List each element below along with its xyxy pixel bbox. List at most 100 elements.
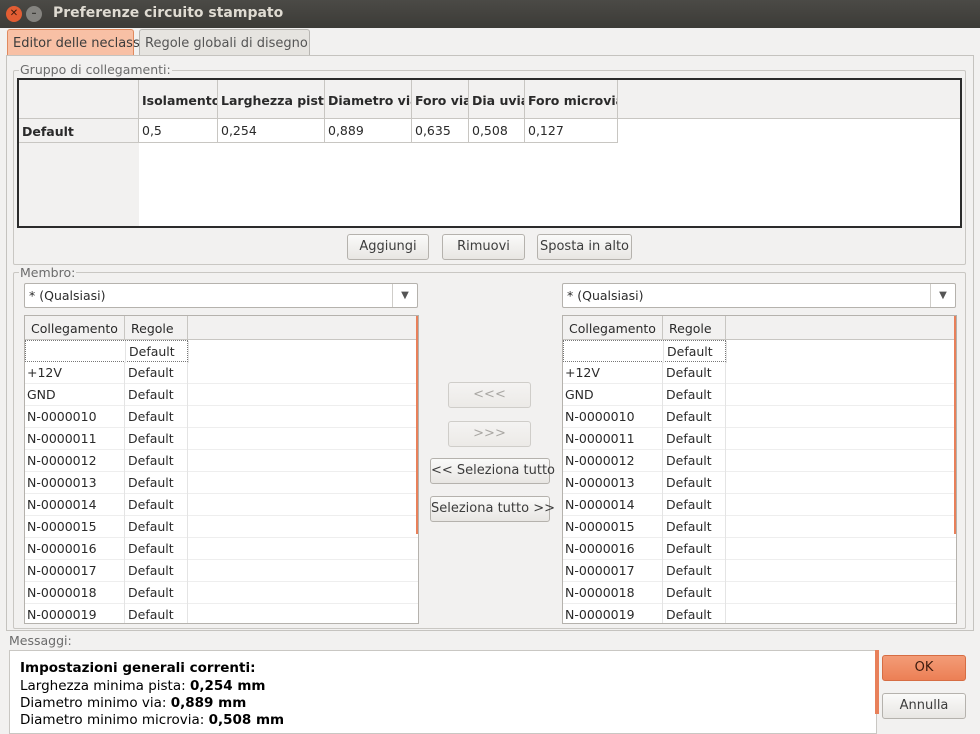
list-item[interactable]: N-0000016 Default	[563, 538, 956, 560]
column-divider	[124, 384, 125, 406]
list-item[interactable]: N-0000016 Default	[25, 538, 418, 560]
cell-uvia-diameter[interactable]: 0,508	[469, 119, 525, 143]
net-name: N-0000019	[565, 607, 635, 622]
net-name: N-0000015	[27, 519, 97, 534]
list-item[interactable]: N-0000010 Default	[563, 406, 956, 428]
list-item[interactable]: N-0000013 Default	[563, 472, 956, 494]
list-item[interactable]: N-0000017 Default	[563, 560, 956, 582]
list-item[interactable]: GND Default	[25, 384, 418, 406]
close-icon[interactable]: ✕	[6, 6, 22, 22]
column-divider	[725, 406, 726, 428]
window-title: Preferenze circuito stampato	[53, 5, 284, 21]
column-header-net[interactable]: Collegamento	[563, 316, 663, 340]
move-up-button[interactable]: Sposta in alto	[537, 234, 632, 260]
column-header-track-width[interactable]: Larghezza piste	[218, 80, 325, 119]
list-item[interactable]: N-0000013 Default	[25, 472, 418, 494]
column-header-clearance[interactable]: Isolamento	[139, 80, 218, 119]
list-item[interactable]: N-0000015 Default	[25, 516, 418, 538]
column-header-uvia-diameter[interactable]: Dia uvia	[469, 80, 525, 119]
messages-title: Messaggi:	[9, 633, 72, 648]
ok-button[interactable]: OK	[882, 655, 966, 681]
right-list-scrollbar[interactable]	[954, 316, 956, 534]
title-bar: ✕ – Preferenze circuito stampato	[0, 0, 980, 28]
net-name: +12V	[565, 365, 600, 380]
list-item[interactable]: N-0000015 Default	[563, 516, 956, 538]
net-name: N-0000017	[27, 563, 97, 578]
column-divider	[662, 450, 663, 472]
list-item[interactable]: N-0000012 Default	[563, 450, 956, 472]
remove-button[interactable]: Rimuovi	[442, 234, 525, 260]
column-header-via-drill[interactable]: Foro via	[412, 80, 469, 119]
list-item[interactable]: N-0000019 Default	[563, 604, 956, 623]
row-label-default[interactable]: Default	[19, 119, 139, 143]
column-header-net[interactable]: Collegamento	[25, 316, 125, 340]
column-divider	[187, 406, 188, 428]
column-header-microvia-drill[interactable]: Foro microvia	[525, 80, 618, 119]
left-list-scrollbar[interactable]	[416, 316, 418, 534]
cell-microvia-drill[interactable]: 0,127	[525, 119, 618, 143]
move-right-button[interactable]: >>>	[448, 421, 531, 447]
column-divider	[187, 582, 188, 604]
move-left-button[interactable]: <<<	[448, 382, 531, 408]
tab-netclass-editor[interactable]: Editor delle neclass	[7, 29, 140, 56]
right-net-list[interactable]: Collegamento Regole Default +12V Default GN…	[562, 315, 957, 624]
right-netclass-filter[interactable]: * (Qualsiasi) ▼	[562, 283, 956, 308]
column-divider	[187, 560, 188, 582]
list-item[interactable]: GND Default	[563, 384, 956, 406]
column-divider	[124, 494, 125, 516]
column-header-via-diameter[interactable]: Diametro via	[325, 80, 412, 119]
select-all-right-button[interactable]: Seleziona tutto >>	[430, 496, 555, 522]
list-item[interactable]: N-0000010 Default	[25, 406, 418, 428]
net-rule: Default	[128, 409, 174, 424]
column-header-rule[interactable]: Regole	[125, 316, 188, 340]
list-item[interactable]: N-0000012 Default	[25, 450, 418, 472]
list-item[interactable]: +12V Default	[25, 362, 418, 384]
add-button[interactable]: Aggiungi	[347, 234, 429, 260]
net-rule: Default	[129, 344, 175, 359]
cell-clearance[interactable]: 0,5	[139, 119, 218, 143]
net-rule: Default	[666, 431, 712, 446]
list-item[interactable]: N-0000017 Default	[25, 560, 418, 582]
message-min-microvia-diameter: Diametro minimo microvia: 0,508 mm	[20, 712, 285, 728]
net-name: GND	[27, 387, 56, 402]
column-divider	[188, 341, 189, 363]
list-item[interactable]: +12V Default	[563, 362, 956, 384]
net-rule: Default	[128, 585, 174, 600]
net-rule: Default	[666, 409, 712, 424]
left-netclass-filter[interactable]: * (Qualsiasi) ▼	[24, 283, 418, 308]
net-rule: Default	[128, 497, 174, 512]
list-item[interactable]: N-0000014 Default	[563, 494, 956, 516]
column-divider	[725, 582, 726, 604]
select-all-left-button[interactable]: << Seleziona tutto	[430, 458, 555, 484]
list-item[interactable]: Default	[563, 340, 727, 363]
column-divider	[187, 604, 188, 623]
chevron-down-icon[interactable]: ▼	[392, 284, 417, 307]
column-header-rule[interactable]: Regole	[663, 316, 726, 340]
chevron-down-icon[interactable]: ▼	[930, 284, 955, 307]
cell-via-diameter[interactable]: 0,889	[325, 119, 412, 143]
list-item[interactable]: N-0000019 Default	[25, 604, 418, 623]
list-item[interactable]: N-0000011 Default	[563, 428, 956, 450]
net-rule: Default	[666, 585, 712, 600]
list-item[interactable]: N-0000011 Default	[25, 428, 418, 450]
cell-track-width[interactable]: 0,254	[218, 119, 325, 143]
net-name: N-0000012	[27, 453, 97, 468]
tab-global-design-rules[interactable]: Regole globali di disegno	[139, 29, 310, 56]
cell-via-drill[interactable]: 0,635	[412, 119, 469, 143]
list-item[interactable]: Default	[25, 340, 189, 363]
cancel-button[interactable]: Annulla	[882, 693, 966, 719]
list-item[interactable]: N-0000018 Default	[563, 582, 956, 604]
list-item[interactable]: N-0000014 Default	[25, 494, 418, 516]
preferences-dialog: ✕ – Preferenze circuito stampato Editor …	[0, 0, 980, 734]
list-item[interactable]: N-0000018 Default	[25, 582, 418, 604]
netclass-grid[interactable]: Isolamento Larghezza piste Diametro via …	[17, 78, 962, 228]
column-divider	[187, 384, 188, 406]
left-filter-value: * (Qualsiasi)	[29, 288, 106, 303]
net-rule: Default	[666, 519, 712, 534]
messages-scrollbar[interactable]	[875, 650, 879, 714]
minimize-icon[interactable]: –	[26, 6, 42, 22]
left-net-list[interactable]: Collegamento Regole Default +12V Default GN…	[24, 315, 419, 624]
column-divider	[725, 472, 726, 494]
net-name: N-0000018	[27, 585, 97, 600]
grid-corner	[19, 80, 139, 119]
